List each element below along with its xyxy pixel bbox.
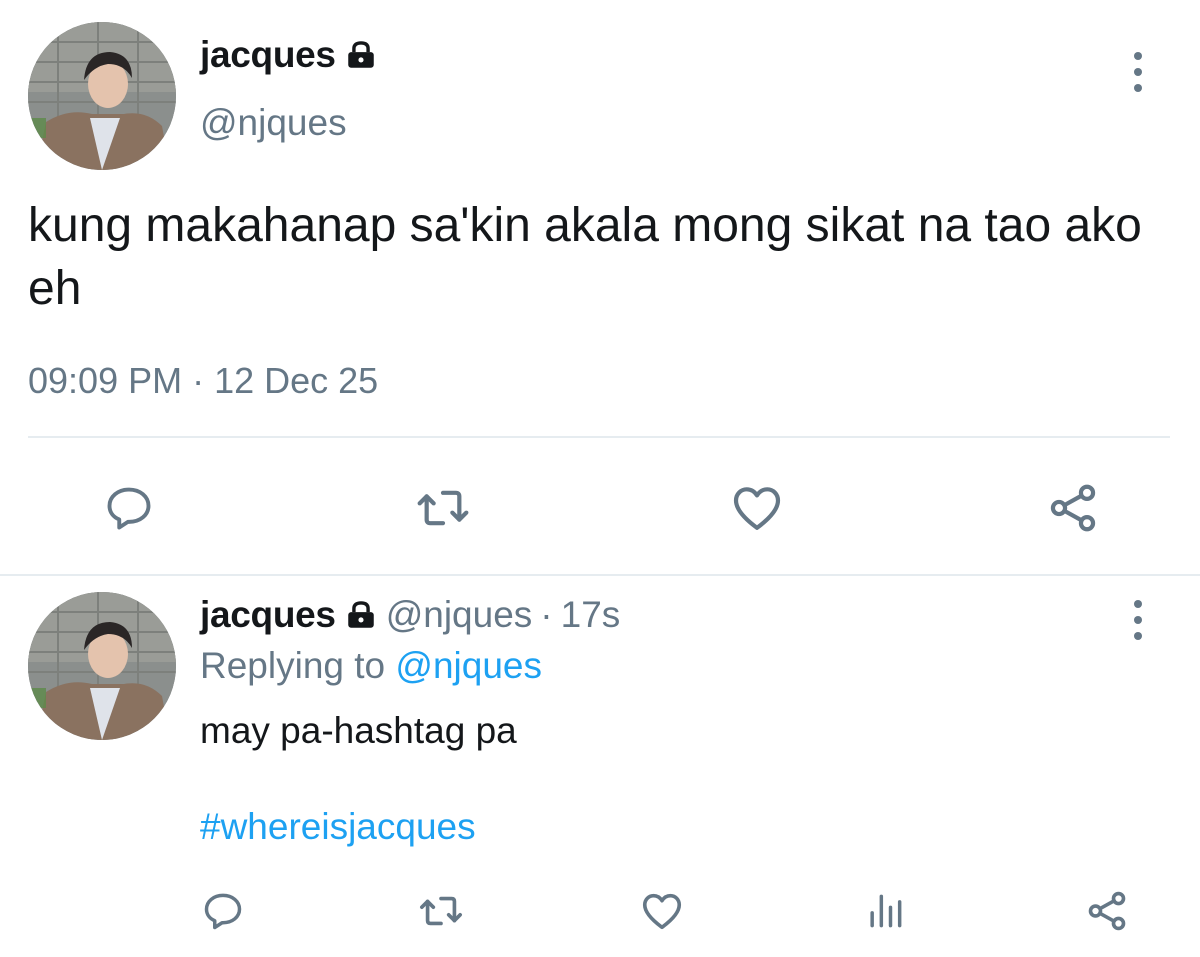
reply-icon: [204, 893, 242, 930]
retweet-icon: [420, 896, 462, 926]
reply-header: jacques @njques · 17s: [200, 594, 620, 636]
retweet-icon: [417, 490, 469, 526]
divider: [28, 436, 1170, 438]
tweet-separator: [0, 574, 1200, 576]
retweet-button[interactable]: [410, 478, 476, 538]
like-button[interactable]: [637, 886, 687, 936]
retweet-button[interactable]: [416, 886, 466, 936]
like-icon: [733, 487, 781, 530]
share-button[interactable]: [1082, 886, 1132, 936]
avatar[interactable]: [28, 22, 176, 170]
share-icon: [1088, 891, 1126, 931]
tweet-text: kung makahanap sa'kin akala mong sikat n…: [28, 199, 1142, 315]
display-name[interactable]: jacques: [200, 34, 336, 76]
meta-separator: ·: [540, 594, 553, 635]
like-icon: [642, 893, 682, 930]
reply-button[interactable]: [96, 478, 162, 538]
reply-icon: [107, 487, 151, 530]
share-icon: [1050, 484, 1096, 532]
lock-icon: [347, 41, 374, 68]
avatar[interactable]: [28, 592, 176, 740]
share-button[interactable]: [1040, 478, 1106, 538]
like-button[interactable]: [724, 478, 790, 538]
replying-prefix: Replying to: [200, 645, 386, 686]
tweet-date: 12 Dec 25: [214, 360, 379, 401]
analytics-icon: [870, 894, 902, 928]
replying-handle-link[interactable]: @njques: [395, 645, 542, 686]
tweet-timestamp: 09:09 PM · 12 Dec 25: [28, 360, 378, 402]
lock-icon: [347, 601, 374, 628]
replying-to: Replying to @njques: [200, 645, 542, 687]
handle[interactable]: @njques: [200, 102, 347, 144]
more-icon[interactable]: [1133, 52, 1143, 92]
time-ago[interactable]: 17s: [561, 594, 621, 636]
tweet-time: 09:09 PM: [28, 360, 183, 401]
analytics-button[interactable]: [860, 886, 910, 936]
more-icon[interactable]: [1133, 600, 1143, 640]
meta-separator: ·: [192, 360, 205, 401]
reply-button[interactable]: [198, 886, 248, 936]
handle[interactable]: @njques: [386, 594, 533, 636]
hashtag-link[interactable]: #whereisjacques: [200, 806, 476, 848]
display-name[interactable]: jacques: [200, 594, 336, 636]
reply-text: may pa-hashtag pa: [200, 710, 517, 751]
